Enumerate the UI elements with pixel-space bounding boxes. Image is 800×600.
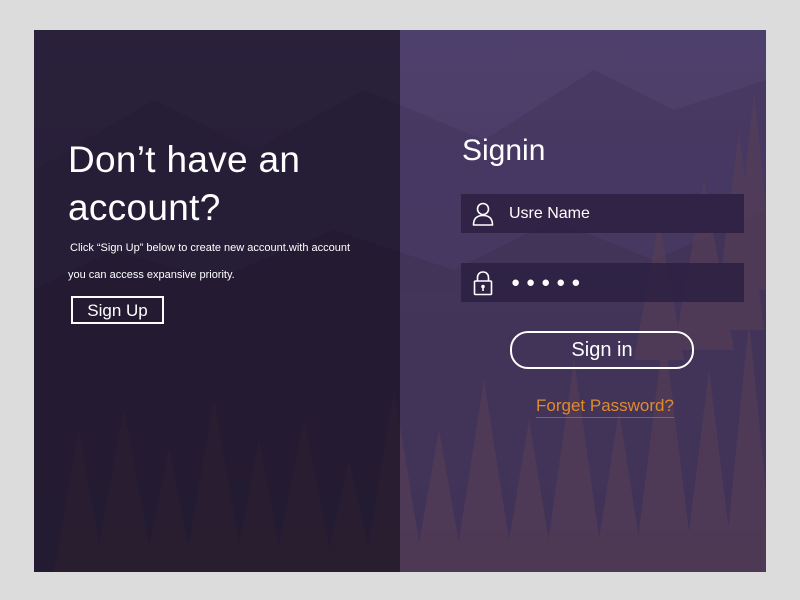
password-input[interactable]: ●●●●●: [511, 274, 586, 291]
forgot-password-link[interactable]: Forget Password?: [536, 396, 674, 418]
password-field[interactable]: ●●●●●: [461, 263, 744, 302]
username-input[interactable]: [509, 204, 729, 223]
login-card: Don’t have an account? Click “Sign Up” b…: [34, 30, 766, 572]
signin-title: Signin: [462, 134, 546, 167]
signup-description-line-1: Click “Sign Up” below to create new acco…: [70, 242, 351, 254]
signup-description-line-2: you can access expansive priority.: [68, 269, 235, 281]
lock-icon: [461, 263, 505, 302]
sign-in-button[interactable]: Sign in: [510, 331, 694, 369]
signup-heading: Don’t have an account?: [68, 139, 301, 228]
signup-panel: Don’t have an account? Click “Sign Up” b…: [34, 30, 400, 572]
username-field[interactable]: [461, 194, 744, 233]
user-icon: [461, 194, 505, 233]
sign-up-button[interactable]: Sign Up: [71, 296, 164, 324]
signup-description: Click “Sign Up” below to create new acco…: [68, 235, 368, 289]
